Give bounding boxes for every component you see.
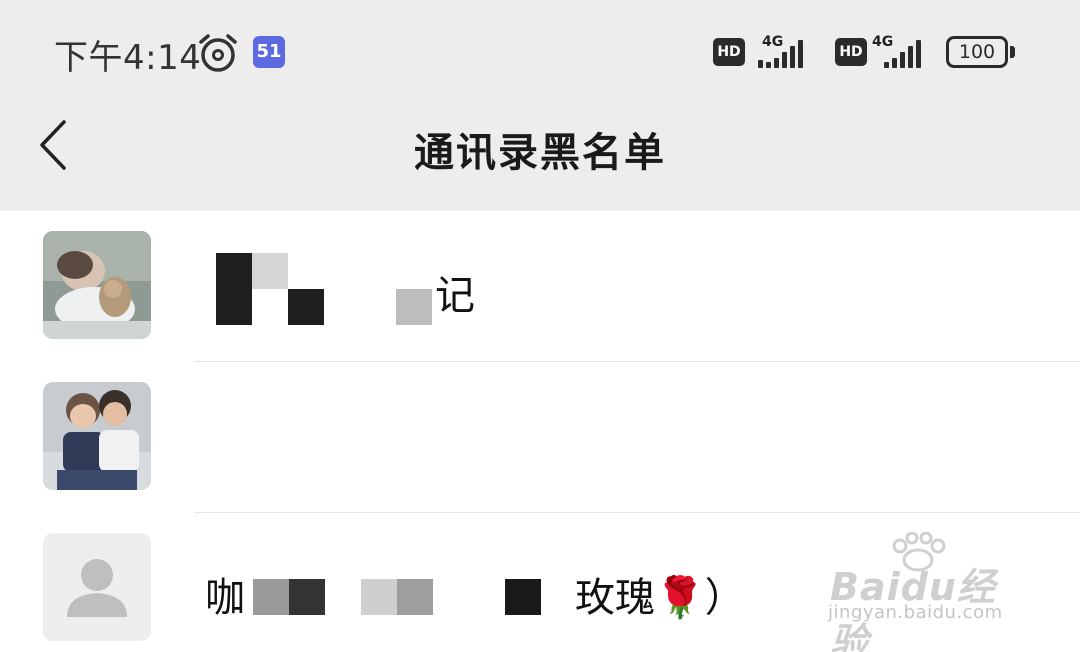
battery-tip	[1010, 46, 1015, 58]
avatar	[43, 382, 151, 490]
status-bar: 下午4:14 51 HD 4G HD 4G 100	[0, 0, 1080, 100]
avatar	[43, 231, 151, 339]
contact-name-start: 咖	[205, 575, 245, 621]
watermark-url: jingyan.baidu.com	[828, 602, 1003, 623]
contact-name-end: 玫瑰🌹）	[575, 575, 745, 621]
status-time: 下午4:14	[54, 38, 202, 78]
list-item[interactable]: 记	[0, 211, 1080, 362]
signal-icon	[884, 38, 921, 68]
contact-name-visible: 记	[435, 273, 475, 319]
hd-icon: HD	[835, 38, 867, 66]
nav-bar: 通讯录黑名单	[0, 100, 1080, 211]
avatar	[43, 533, 151, 641]
signal-icon	[758, 38, 803, 68]
alarm-clock-icon	[199, 34, 237, 72]
app-notification-icon: 51	[253, 36, 285, 68]
baidu-watermark: Baidu经验 jingyan.baidu.com	[826, 530, 1026, 652]
list-item[interactable]	[0, 362, 1080, 513]
battery-icon: 100	[946, 36, 1008, 68]
page-title: 通讯录黑名单	[414, 130, 666, 176]
hd-icon: HD	[713, 38, 745, 66]
